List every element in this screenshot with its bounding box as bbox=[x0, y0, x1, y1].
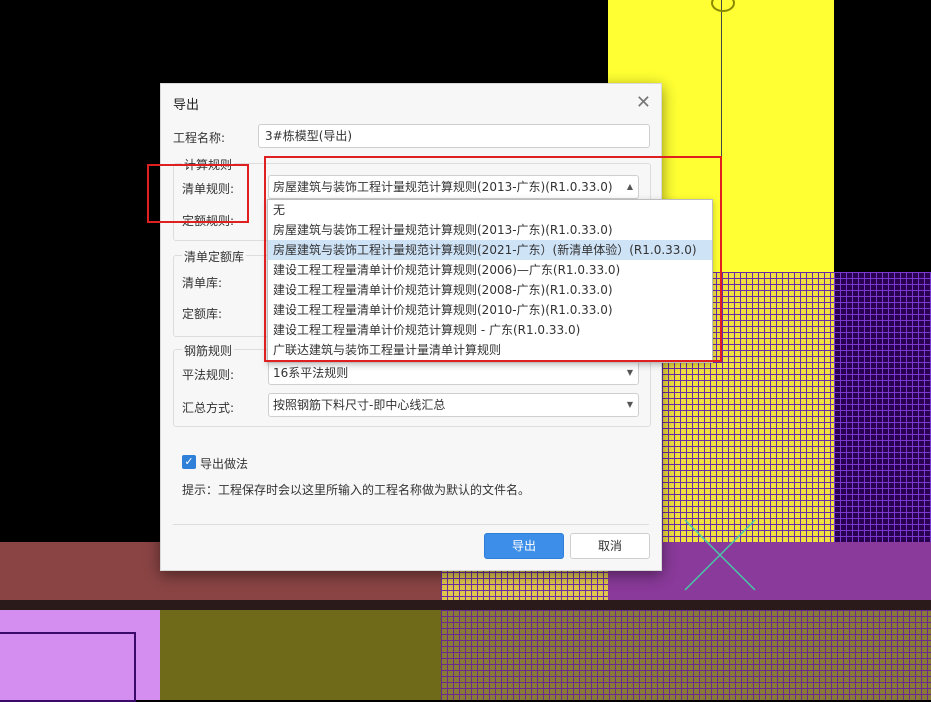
dropdown-option[interactable]: 建设工程工程量清单计价规范计算规则(2008-广东)(R1.0.33.0) bbox=[268, 280, 712, 300]
dropdown-option[interactable]: 建设工程工程量清单计价规范计算规则 - 广东(R1.0.33.0) bbox=[268, 320, 712, 340]
summary-label: 汇总方式: bbox=[182, 401, 235, 415]
bill-library-label: 清单库: bbox=[182, 276, 223, 290]
bill-rule-selected-value: 房屋建筑与装饰工程计量规范计算规则(2013-广东)(R1.0.33.0) bbox=[273, 180, 613, 194]
bill-rule-select[interactable]: 房屋建筑与装饰工程计量规范计算规则(2013-广东)(R1.0.33.0) ▲ bbox=[268, 175, 639, 199]
dropdown-option[interactable]: 广联达建筑与装饰工程量计量清单计算规则 bbox=[268, 340, 712, 360]
bill-rule-dropdown-list[interactable]: 无 房屋建筑与装饰工程计量规范计算规则(2013-广东)(R1.0.33.0) … bbox=[267, 199, 713, 363]
library-group-title: 清单定额库 bbox=[182, 248, 247, 265]
quota-rule-label: 定额规则: bbox=[182, 214, 235, 228]
cad-olive-block bbox=[160, 610, 441, 700]
bill-rule-label: 清单规则: bbox=[182, 182, 235, 196]
project-name-label: 工程名称: bbox=[173, 131, 226, 145]
project-name-input[interactable]: 3#栋模型(导出) bbox=[258, 124, 650, 148]
dialog-title: 导出 bbox=[173, 98, 200, 113]
flat-rule-value: 16系平法规则 bbox=[273, 366, 349, 380]
cad-dark-strip bbox=[0, 600, 931, 610]
flat-rule-select[interactable]: 16系平法规则 ▼ bbox=[268, 361, 639, 385]
cad-grid-dark bbox=[834, 272, 931, 542]
cad-cross-lines bbox=[684, 519, 756, 591]
calc-rules-group-title: 计算规则 bbox=[182, 156, 235, 173]
dropdown-option-highlighted[interactable]: 房屋建筑与装饰工程计量规范计算规则(2021-广东）(新清单体验）(R1.0.3… bbox=[268, 240, 712, 260]
hint-text: 提示：工程保存时会以这里所输入的工程名称做为默认的文件名。 bbox=[182, 483, 531, 497]
export-method-checkbox[interactable]: ✓ bbox=[182, 455, 196, 469]
flat-rule-label: 平法规则: bbox=[182, 368, 235, 382]
dropdown-option[interactable]: 建设工程工程量清单计价规范计算规则(2010-广东)(R1.0.33.0) bbox=[268, 300, 712, 320]
divider bbox=[173, 524, 649, 525]
summary-select[interactable]: 按照钢筋下料尺寸-即中心线汇总 ▼ bbox=[268, 393, 639, 417]
dropdown-option[interactable]: 无 bbox=[268, 200, 712, 220]
cad-pink-outline bbox=[0, 632, 136, 702]
rebar-group-title: 钢筋规则 bbox=[182, 342, 235, 359]
dropdown-option[interactable]: 房屋建筑与装饰工程计量规范计算规则(2013-广东)(R1.0.33.0) bbox=[268, 220, 712, 240]
chevron-down-icon: ▼ bbox=[626, 368, 633, 377]
quota-library-label: 定额库: bbox=[182, 307, 223, 321]
cad-grid-bottom bbox=[441, 610, 931, 700]
dropdown-option[interactable]: 建设工程工程量清单计价规范计算规则(2006)—广东(R1.0.33.0) bbox=[268, 260, 712, 280]
cancel-button[interactable]: 取消 bbox=[570, 533, 650, 559]
caret-up-icon: ▲ bbox=[626, 182, 633, 191]
summary-value: 按照钢筋下料尺寸-即中心线汇总 bbox=[273, 398, 446, 412]
export-method-label: 导出做法 bbox=[200, 457, 249, 471]
close-icon[interactable]: ✕ bbox=[636, 92, 651, 113]
export-button[interactable]: 导出 bbox=[484, 533, 564, 559]
chevron-down-icon: ▼ bbox=[626, 400, 633, 409]
